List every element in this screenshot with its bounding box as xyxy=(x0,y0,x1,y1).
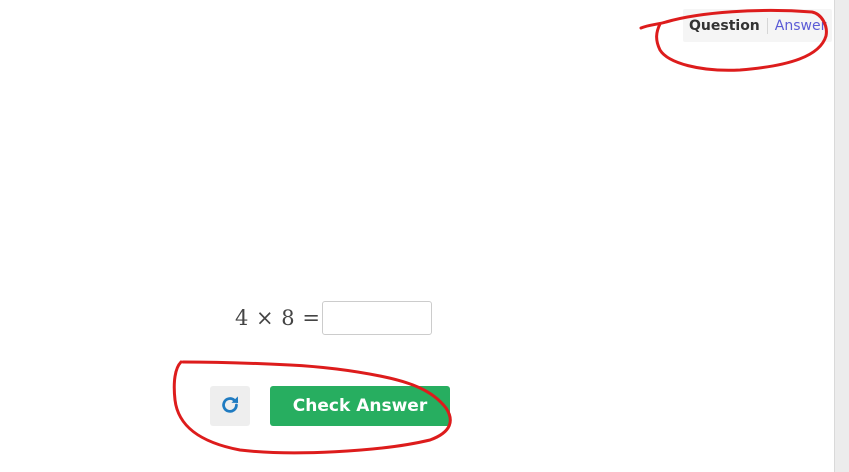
view-tabs: Question Answer xyxy=(683,9,833,42)
page-scrollbar[interactable] xyxy=(834,0,849,472)
tab-question[interactable]: Question xyxy=(683,17,768,34)
refresh-icon xyxy=(219,394,241,419)
tab-answer[interactable]: Answer xyxy=(768,18,833,34)
answer-input[interactable] xyxy=(322,301,433,335)
math-expression: 4 × 8 = xyxy=(235,306,321,330)
check-answer-button[interactable]: Check Answer xyxy=(270,386,450,426)
reset-button[interactable] xyxy=(210,386,250,426)
equation-row: 4 × 8 = xyxy=(235,301,433,335)
